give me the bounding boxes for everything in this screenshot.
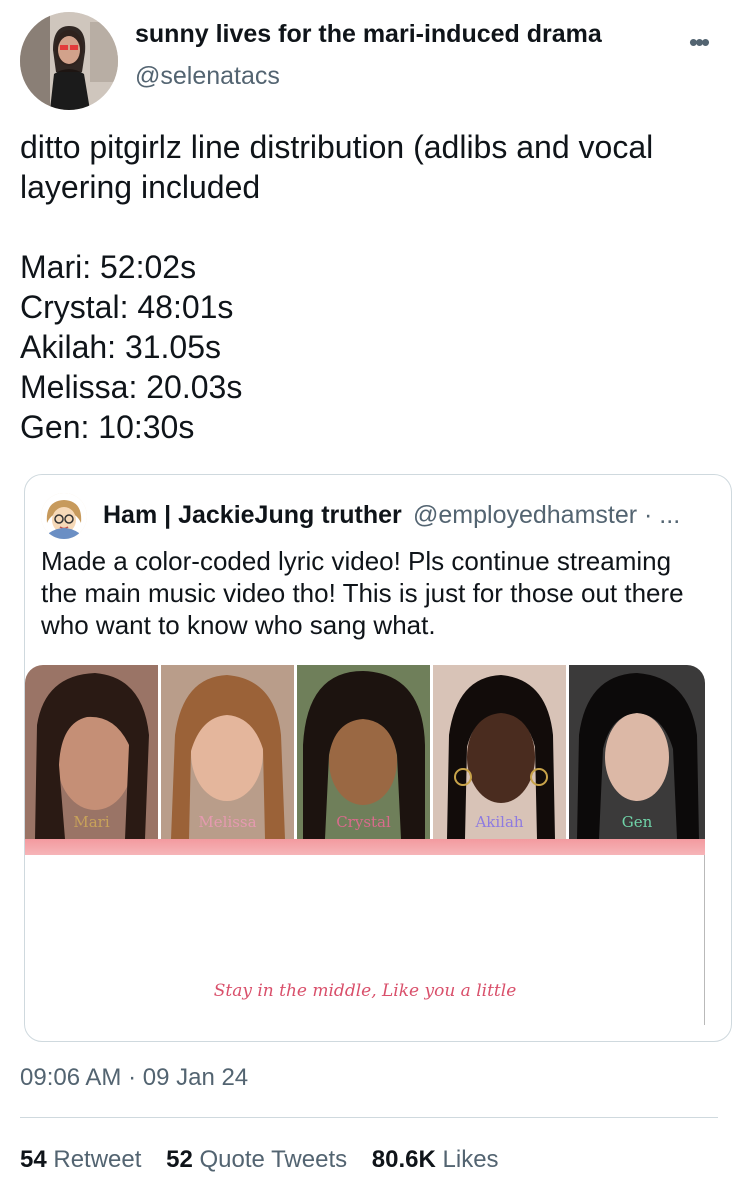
tweet-text-intro: ditto pitgirlz line distribution (adlibs… — [20, 129, 654, 205]
engagement-stats: 54 Retweet 52 Quote Tweets 80.6K Likes — [20, 1146, 517, 1174]
line-distribution-list: Mari: 52:02s Crystal: 48:01s Akilah: 31.… — [20, 247, 725, 447]
profile-photo-icon — [20, 12, 118, 110]
line-distribution-item: Gen: 10:30s — [20, 409, 195, 445]
member-label: Crystal — [336, 813, 391, 831]
color-strip — [25, 839, 705, 855]
line-distribution-item: Akilah: 31.05s — [20, 329, 222, 365]
quoted-tweet-text: Made a color-coded lyric video! Pls cont… — [41, 546, 684, 640]
retweet-count[interactable]: 54 Retweet — [20, 1146, 141, 1173]
member-label: Gen — [621, 813, 653, 831]
member-photo-melissa: Melissa — [161, 665, 294, 839]
like-count[interactable]: 80.6K Likes — [372, 1146, 499, 1173]
quoted-author-handle[interactable]: @employedhamster · ... — [413, 501, 680, 530]
divider — [20, 1117, 718, 1118]
line-distribution-item: Mari: 52:02s — [20, 249, 197, 285]
quoted-tweet-card[interactable]: Ham | JackieJung truther @employedhamste… — [24, 474, 732, 1042]
member-photo-gen: Gen — [569, 665, 705, 839]
author-display-name[interactable]: sunny lives for the mari-induced drama — [135, 20, 602, 49]
author-avatar[interactable] — [20, 12, 118, 110]
member-label: Melissa — [198, 813, 257, 831]
member-label: Mari — [73, 813, 110, 831]
member-label: Akilah — [475, 813, 524, 831]
tweet-timestamp[interactable]: 09:06 AM · 09 Jan 24 — [20, 1064, 248, 1092]
member-photo-akilah: Akilah — [433, 665, 566, 839]
tweet-text: ditto pitgirlz line distribution (adlibs… — [20, 127, 725, 447]
quoted-author-avatar[interactable] — [41, 493, 87, 539]
line-distribution-item: Crystal: 48:01s — [20, 289, 234, 325]
quote-tweet-count[interactable]: 52 Quote Tweets — [166, 1146, 347, 1173]
lyric-area: Stay in the middle, Like you a little — [25, 855, 705, 1025]
more-horizontal-icon[interactable]: ••• — [680, 29, 716, 55]
member-photo-mari: Mari — [25, 665, 158, 839]
quoted-media[interactable]: Mari Melissa Crystal Akilah Gen Stay in … — [25, 665, 705, 1025]
line-distribution-item: Melissa: 20.03s — [20, 369, 243, 405]
member-photo-crystal: Crystal — [297, 665, 430, 839]
lyric-caption: Stay in the middle, Like you a little — [213, 981, 517, 1001]
cartoon-avatar-icon — [41, 493, 87, 539]
author-handle[interactable]: @selenatacs — [135, 62, 280, 91]
tweet-header: sunny lives for the mari-induced drama @… — [0, 0, 738, 120]
quoted-author-name[interactable]: Ham | JackieJung truther — [103, 501, 402, 530]
